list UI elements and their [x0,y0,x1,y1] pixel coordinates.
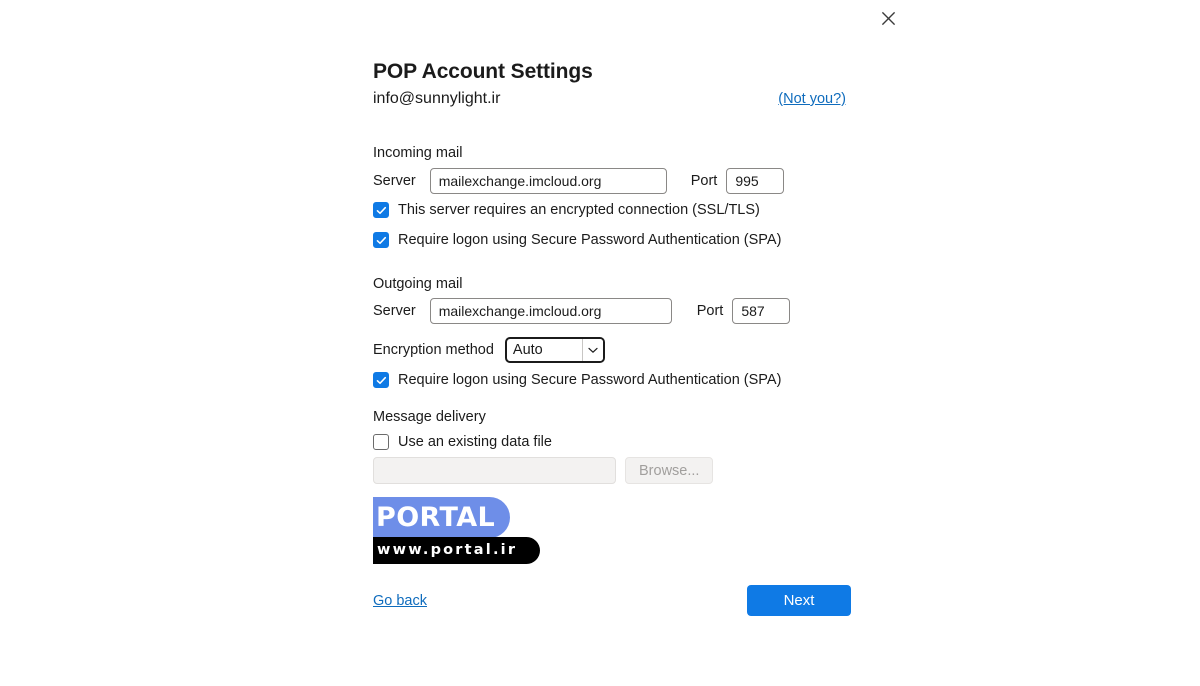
outgoing-spa-checkbox-row[interactable]: Require logon using Secure Password Auth… [373,369,781,391]
use-existing-data-file-row[interactable]: Use an existing data file [373,431,552,453]
incoming-ssl-checkbox[interactable] [373,202,389,218]
incoming-port-input[interactable] [726,168,785,194]
data-file-row: Browse... [373,457,714,484]
pop-account-settings-screen: POP Account Settings info@sunnylight.ir … [0,0,1200,686]
incoming-spa-checkbox-row[interactable]: Require logon using Secure Password Auth… [373,229,781,251]
portal-watermark-logo: PORTAL www.portal.ir [373,497,553,567]
outgoing-spa-label: Require logon using Secure Password Auth… [398,372,782,388]
use-existing-data-file-checkbox[interactable] [373,434,389,450]
go-back-link[interactable]: Go back [373,593,427,609]
chevron-down-icon[interactable] [581,339,603,361]
message-delivery-section-label: Message delivery [373,409,486,425]
outgoing-server-row: Server Port [373,298,791,324]
data-file-path-input [373,457,616,484]
encryption-method-label: Encryption method [373,342,494,358]
use-existing-data-file-label: Use an existing data file [398,434,552,450]
portal-url-pill: www.portal.ir [373,537,540,564]
outgoing-mail-section-label: Outgoing mail [373,276,463,292]
close-button[interactable] [869,2,907,34]
incoming-spa-checkbox[interactable] [373,232,389,248]
outgoing-server-input[interactable] [429,298,672,324]
incoming-server-row: Server Port [373,168,785,194]
incoming-port-label: Port [690,173,718,189]
next-button[interactable]: Next [747,585,851,616]
portal-brand-pill: PORTAL [373,497,510,538]
footer: Go back Next [373,585,851,616]
outgoing-port-input[interactable] [732,298,791,324]
incoming-server-label: Server [373,173,416,189]
incoming-ssl-checkbox-row[interactable]: This server requires an encrypted connec… [373,199,760,221]
encryption-method-value: Auto [512,342,543,358]
page-title: POP Account Settings [373,60,593,83]
outgoing-port-label: Port [696,303,724,319]
incoming-mail-section-label: Incoming mail [373,145,463,161]
portal-url-text: www.portal.ir [377,542,518,559]
account-row: info@sunnylight.ir (Not you?) [373,89,846,109]
close-icon [881,11,896,26]
portal-brand-text: PORTAL [376,502,496,533]
browse-button: Browse... [625,457,714,484]
incoming-spa-label: Require logon using Secure Password Auth… [398,232,782,248]
incoming-server-input[interactable] [429,168,667,194]
not-you-link[interactable]: (Not you?) [778,89,846,109]
incoming-ssl-label: This server requires an encrypted connec… [398,202,760,218]
encryption-method-select[interactable]: Auto [504,337,605,363]
encryption-method-row: Encryption method Auto [373,337,605,363]
account-email: info@sunnylight.ir [373,90,501,107]
outgoing-server-label: Server [373,303,416,319]
outgoing-spa-checkbox[interactable] [373,372,389,388]
